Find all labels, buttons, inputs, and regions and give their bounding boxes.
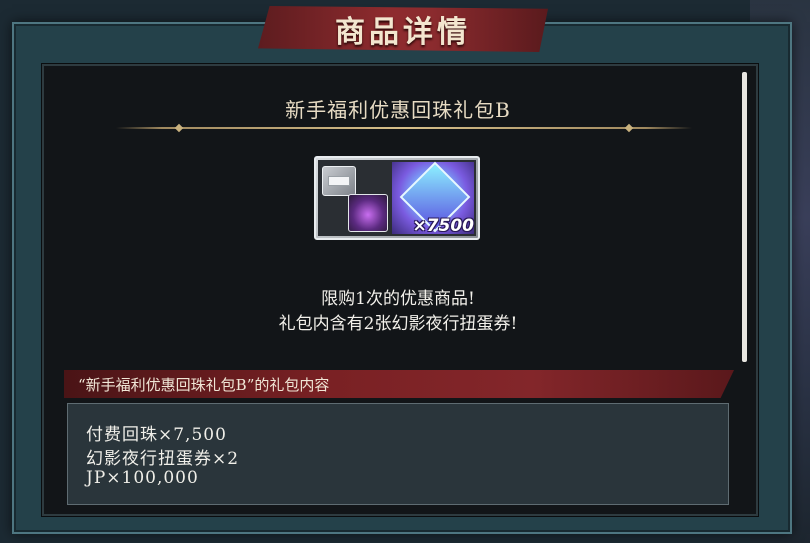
- title-banner: 商品详情: [258, 6, 548, 52]
- scrollbar[interactable]: [742, 72, 747, 362]
- list-item: JP×100,000: [86, 468, 199, 488]
- gem-count-label: ×7500: [412, 216, 474, 236]
- description-line: 限购1次的优惠商品!: [321, 289, 475, 309]
- title-divider: [116, 127, 692, 129]
- phantom-flame-icon: [348, 194, 388, 232]
- list-item: 幻影夜行扭蛋券×2: [86, 449, 240, 469]
- package-item-card[interactable]: ×7500: [314, 156, 480, 240]
- contents-list: 付费回珠×7,500 幻影夜行扭蛋券×2 JP×100,000: [67, 403, 729, 505]
- gacha-ticket-icon: [322, 166, 356, 196]
- contents-header-label: “新手福利优惠回珠礼包B”的礼包内容: [78, 376, 330, 394]
- dialog-title: 商品详情: [335, 15, 471, 50]
- list-item: 付费回珠×7,500: [86, 425, 227, 445]
- contents-header: “新手福利优惠回珠礼包B”的礼包内容: [64, 370, 734, 398]
- description-line: 礼包内含有2张幻影夜行扭蛋券!: [278, 314, 518, 334]
- package-name: 新手福利优惠回珠礼包B: [285, 98, 511, 122]
